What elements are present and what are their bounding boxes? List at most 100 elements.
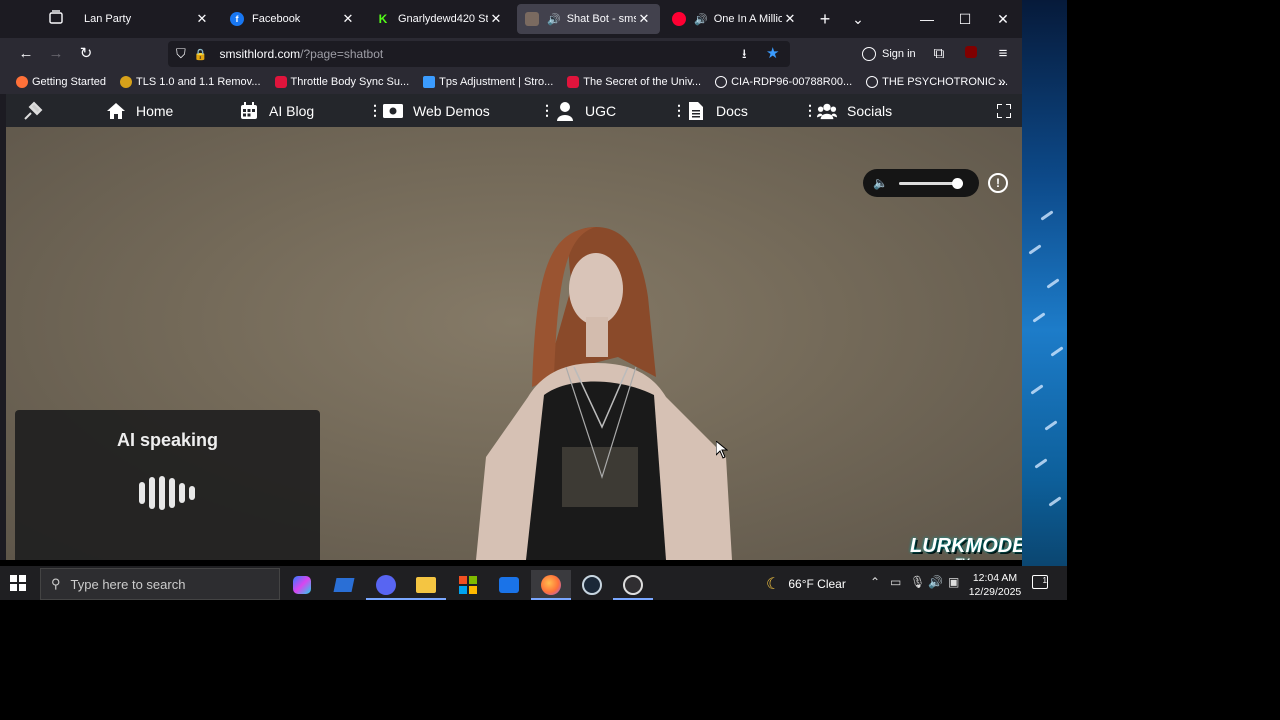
more-dots-icon[interactable]: ⋮: [540, 102, 554, 119]
bookmark-item[interactable]: TLS 1.0 and 1.1 Remov...: [120, 76, 261, 88]
more-dots-icon[interactable]: ⋮: [803, 102, 817, 119]
tab-one-in-a-million[interactable]: 🔊 One In A Million - ✕: [664, 4, 806, 34]
nav-home[interactable]: Home: [106, 94, 173, 127]
tab-overview-icon[interactable]: [46, 9, 66, 29]
volume-knob[interactable]: [951, 178, 963, 189]
ublock-icon[interactable]: [961, 44, 981, 64]
close-window-icon[interactable]: ✕: [992, 8, 1014, 30]
mail-icon[interactable]: [489, 570, 529, 600]
more-bookmarks-icon[interactable]: »: [998, 73, 1006, 89]
bookmark-item[interactable]: CIA-RDP96-00788R00...: [715, 76, 852, 88]
nav-ai-blog[interactable]: AI Blog: [239, 94, 314, 127]
lock-icon[interactable]: 🔒: [194, 48, 208, 61]
speaker-icon[interactable]: 🔊: [547, 13, 561, 26]
weather-text: 66°F Clear: [788, 577, 846, 591]
close-tab-icon[interactable]: ✕: [782, 11, 798, 27]
download-icon[interactable]: ⭳: [742, 45, 747, 67]
tab-gnarlydewd-stream[interactable]: K Gnarlydewd420 Stream ✕: [368, 4, 512, 34]
bookmark-label: The Secret of the Univ...: [583, 76, 702, 88]
maximize-icon[interactable]: ☐: [954, 8, 976, 30]
obs-icon[interactable]: [613, 570, 653, 600]
microphone-icon[interactable]: 🎙: [910, 575, 925, 589]
more-dots-icon[interactable]: ⋮: [672, 102, 686, 119]
bookmark-item[interactable]: Getting Started: [16, 76, 106, 88]
firefox-icon[interactable]: [531, 570, 571, 600]
chevron-up-icon[interactable]: ⌃: [870, 575, 880, 589]
bookmark-label: Getting Started: [32, 76, 106, 88]
volume-slider[interactable]: [899, 178, 963, 189]
alert-icon[interactable]: !: [988, 173, 1008, 193]
back-icon[interactable]: ←: [16, 44, 36, 64]
navigation-bar: ← → ↻ ⛉ 🔒 smsithlord.com /?page=shatbot …: [0, 38, 1022, 70]
bookmark-item[interactable]: THE PSYCHOTRONIC ...: [866, 76, 1008, 88]
notification-count: 1: [1042, 576, 1047, 585]
reload-icon[interactable]: ↻: [76, 44, 96, 64]
close-tab-icon[interactable]: ✕: [340, 11, 356, 27]
copilot-icon[interactable]: [282, 570, 322, 600]
audio-controls: 🔈: [863, 169, 979, 197]
logo-subtext: TV: [910, 557, 1014, 560]
star-icon: [120, 76, 132, 88]
bookmark-star-icon[interactable]: ★: [766, 44, 779, 62]
globe-icon: [715, 76, 728, 88]
bookmarks-toolbar: Getting Started TLS 1.0 and 1.1 Remov...…: [0, 70, 1022, 94]
nav-web-demos[interactable]: Web Demos: [383, 94, 490, 127]
steam-icon[interactable]: [572, 570, 612, 600]
bookmark-label: THE PSYCHOTRONIC ...: [882, 76, 1009, 88]
youtube-icon: [567, 76, 580, 88]
camera-icon[interactable]: ▭: [890, 575, 901, 589]
tab-title: Shat Bot - smsithl: [566, 13, 636, 25]
volume-icon[interactable]: 🔈: [873, 176, 888, 190]
nav-label: Docs: [716, 102, 748, 119]
tab-strip: Lan Party ✕ f Facebook ✕ K Gnarlydewd420…: [0, 0, 1022, 38]
tab-facebook[interactable]: f Facebook ✕: [222, 4, 364, 34]
more-dots-icon[interactable]: ⋮: [368, 102, 382, 119]
app-icon[interactable]: [324, 570, 364, 600]
bookmark-label: Tps Adjustment | Stro...: [439, 76, 554, 88]
microsoft-store-icon[interactable]: [448, 570, 488, 600]
taskbar-search-input[interactable]: ⚲ Type here to search: [40, 568, 280, 600]
chevron-down-icon[interactable]: ⌄: [847, 8, 869, 30]
windows-start-icon[interactable]: [10, 575, 26, 591]
tab-title: Gnarlydewd420 Stream: [398, 13, 488, 25]
status-label: AI speaking: [116, 430, 219, 450]
sign-in-button[interactable]: Sign in: [862, 42, 916, 66]
tab-lan-party[interactable]: Lan Party ✕: [76, 4, 218, 34]
menu-icon[interactable]: ≡: [993, 44, 1013, 64]
bookmark-label: CIA-RDP96-00788R00...: [731, 76, 853, 88]
tab-title: Facebook: [252, 13, 301, 25]
bookmark-item[interactable]: The Secret of the Univ...: [567, 76, 701, 88]
speaker-icon[interactable]: 🔊: [928, 575, 943, 589]
weather-widget[interactable]: ☾ 66°F Clear: [766, 574, 846, 594]
home-icon: [106, 101, 126, 121]
close-tab-icon[interactable]: ✕: [194, 11, 210, 27]
nav-socials[interactable]: Socials: [817, 94, 892, 127]
extensions-icon[interactable]: ⧉: [929, 44, 949, 64]
forward-icon[interactable]: →: [46, 44, 66, 64]
clock[interactable]: 12:04 AM 12/29/2025: [966, 571, 1024, 599]
bookmark-item[interactable]: Tps Adjustment | Stro...: [423, 76, 553, 88]
youtube-icon: [672, 12, 686, 26]
close-tab-icon[interactable]: ✕: [636, 11, 652, 27]
tab-shat-bot[interactable]: 🔊 Shat Bot - smsithl ✕: [517, 4, 660, 34]
taskbar: ⚲ Type here to search ☾ 66°F Clear ⌃ ▭ 🎙…: [0, 566, 1067, 600]
shield-icon[interactable]: ⛉: [176, 46, 186, 62]
nav-docs[interactable]: Docs: [686, 94, 748, 127]
bookmark-item[interactable]: Throttle Body Sync Su...: [274, 76, 409, 88]
minimize-icon[interactable]: —: [916, 8, 938, 30]
network-icon[interactable]: ▣: [948, 575, 959, 589]
speaker-icon[interactable]: 🔊: [694, 13, 708, 26]
volume-fill: [899, 182, 957, 185]
close-tab-icon[interactable]: ✕: [488, 11, 504, 27]
avatar-scene: 🔈 ! AI speaking LURKMODE TV: [6, 127, 1022, 560]
mouse-cursor-icon: [716, 441, 728, 459]
new-tab-icon[interactable]: +: [814, 8, 836, 30]
url-bar[interactable]: ⛉ 🔒 smsithlord.com /?page=shatbot ⭳ ★: [168, 41, 790, 67]
discord-icon[interactable]: [366, 570, 406, 600]
nav-ugc[interactable]: UGC: [555, 94, 616, 127]
site-logo-icon[interactable]: [22, 94, 44, 127]
notification-icon[interactable]: 1: [1032, 575, 1048, 589]
file-explorer-icon[interactable]: [406, 570, 446, 600]
bookmark-label: TLS 1.0 and 1.1 Remov...: [136, 76, 261, 88]
fullscreen-icon[interactable]: [997, 94, 1011, 127]
